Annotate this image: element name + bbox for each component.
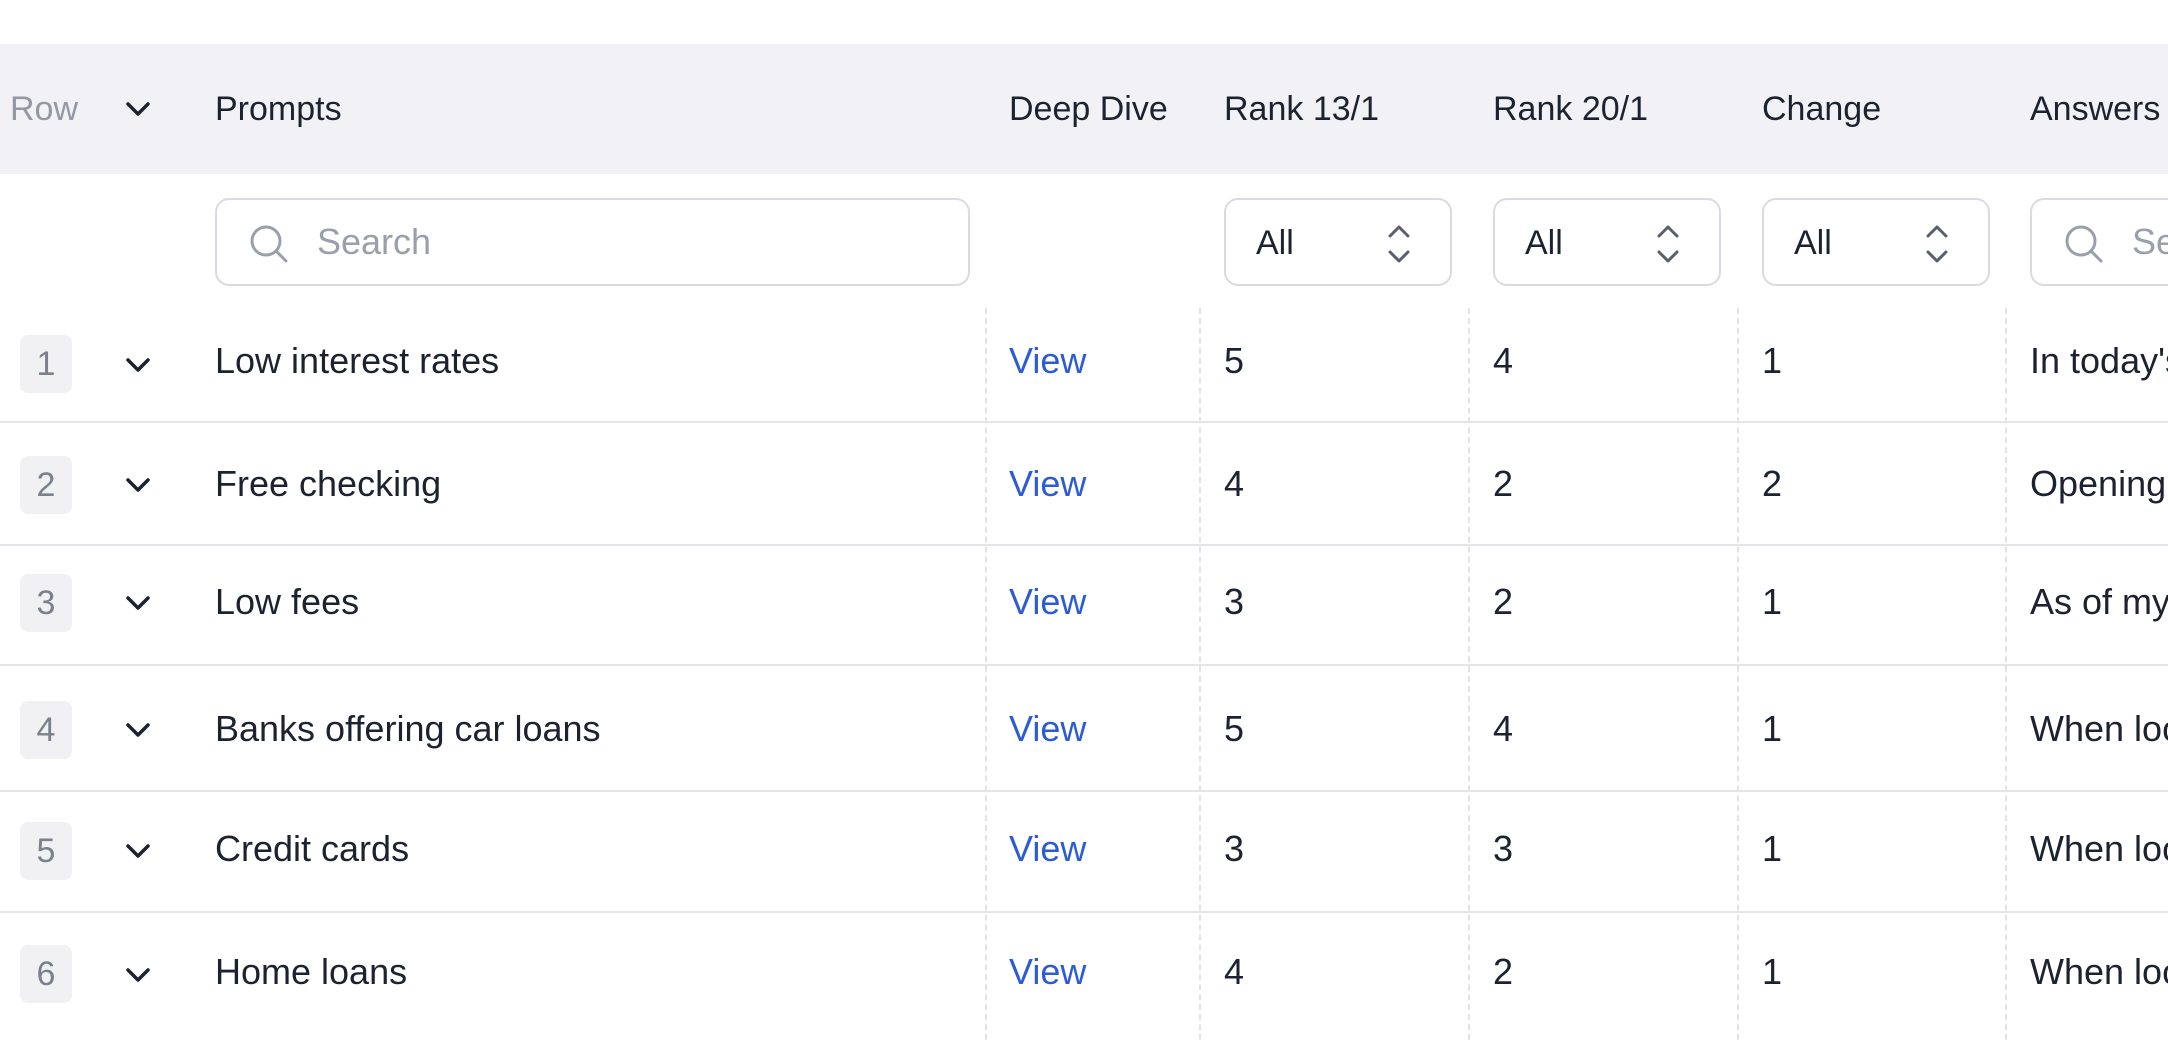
view-link[interactable]: View — [1009, 463, 1086, 505]
answer-text: When look — [2030, 828, 2168, 869]
change-value: 1 — [1762, 708, 1783, 749]
rank-20-1-value: 4 — [1493, 708, 1514, 749]
prompt-text: Banks offering car loans — [215, 708, 601, 749]
change-value: 1 — [1762, 340, 1783, 381]
chevron-down-icon[interactable] — [118, 345, 158, 385]
answer-text: In today's — [2030, 340, 2168, 381]
change-value: 1 — [1762, 581, 1783, 622]
filter-row: All All All — [0, 174, 2168, 308]
change-value: 1 — [1762, 828, 1783, 869]
answers-search-input[interactable] — [2132, 200, 2168, 284]
chevron-down-icon[interactable] — [118, 465, 158, 505]
answer-text: When look — [2030, 951, 2168, 992]
answer-text: When look — [2030, 708, 2168, 749]
chevron-down-icon[interactable] — [118, 831, 158, 871]
rank-13-1-value: 3 — [1224, 828, 1245, 869]
rank-20-1-value: 2 — [1493, 463, 1514, 504]
row-number: 6 — [20, 945, 72, 1003]
row-number: 5 — [20, 822, 72, 880]
prompts-search-field[interactable] — [215, 198, 970, 286]
rank-20-1-column-header[interactable]: Rank 20/1 — [1493, 44, 1648, 174]
deep-dive-column-header[interactable]: Deep Dive — [1009, 44, 1168, 174]
prompt-text: Low fees — [215, 581, 360, 622]
change-column-header[interactable]: Change — [1762, 44, 1881, 174]
change-filter-select[interactable]: All — [1762, 198, 1990, 286]
select-value: All — [1256, 224, 1294, 262]
row-number: 1 — [20, 335, 72, 393]
change-value: 2 — [1762, 463, 1783, 504]
rank-13-1-value: 3 — [1224, 581, 1245, 622]
table-header: Row Prompts Deep Dive Rank 13/1 Rank 20/… — [0, 44, 2168, 174]
up-down-arrows-icon — [1384, 222, 1414, 266]
search-icon — [247, 222, 291, 266]
rank-20-1-value: 2 — [1493, 951, 1514, 992]
rank-20-1-filter-select[interactable]: All — [1493, 198, 1721, 286]
select-value: All — [1794, 224, 1832, 262]
rank-13-1-column-header[interactable]: Rank 13/1 — [1224, 44, 1379, 174]
answer-text: Opening a — [2030, 463, 2168, 504]
view-link[interactable]: View — [1009, 340, 1086, 382]
chevron-down-icon[interactable] — [118, 955, 158, 995]
row-number: 3 — [20, 574, 72, 632]
change-value: 1 — [1762, 951, 1783, 992]
prompt-text: Free checking — [215, 463, 442, 504]
table-row[interactable]: 2 Free checking View 4 2 2 Opening a — [0, 423, 2168, 546]
table-row[interactable]: 5 Credit cards View 3 3 1 When look — [0, 792, 2168, 913]
table-row[interactable]: 1 Low interest rates View 5 4 1 In today… — [0, 308, 2168, 423]
chevron-down-icon[interactable] — [118, 583, 158, 623]
chevron-down-icon[interactable] — [118, 710, 158, 750]
answer-text: As of my — [2030, 581, 2168, 622]
view-link[interactable]: View — [1009, 951, 1086, 993]
row-number: 4 — [20, 701, 72, 759]
view-link[interactable]: View — [1009, 828, 1086, 870]
rank-13-1-value: 5 — [1224, 340, 1245, 381]
row-number: 2 — [20, 456, 72, 514]
rank-20-1-value: 4 — [1493, 340, 1514, 381]
rank-20-1-value: 3 — [1493, 828, 1514, 869]
search-icon — [2062, 222, 2106, 266]
chevron-down-icon[interactable] — [118, 89, 158, 129]
rank-13-1-value: 4 — [1224, 463, 1245, 504]
prompt-text: Low interest rates — [215, 340, 500, 381]
row-column-header: Row — [10, 90, 79, 128]
answers-column-header[interactable]: Answers — [2030, 44, 2160, 174]
prompt-text: Credit cards — [215, 828, 410, 869]
view-link[interactable]: View — [1009, 708, 1086, 750]
prompt-text: Home loans — [215, 951, 408, 992]
prompts-column-header[interactable]: Prompts — [215, 44, 342, 174]
rank-13-1-value: 4 — [1224, 951, 1245, 992]
table-row[interactable]: 4 Banks offering car loans View 5 4 1 Wh… — [0, 666, 2168, 792]
view-link[interactable]: View — [1009, 581, 1086, 623]
table-view: Row Prompts Deep Dive Rank 13/1 Rank 20/… — [0, 0, 2168, 1040]
select-value: All — [1525, 224, 1563, 262]
table-row[interactable]: 6 Home loans View 4 2 1 When look — [0, 913, 2168, 1040]
rank-13-1-value: 5 — [1224, 708, 1245, 749]
prompts-search-input[interactable] — [317, 200, 958, 284]
rank-20-1-value: 2 — [1493, 581, 1514, 622]
up-down-arrows-icon — [1922, 222, 1952, 266]
rank-13-1-filter-select[interactable]: All — [1224, 198, 1452, 286]
table-row[interactable]: 3 Low fees View 3 2 1 As of my — [0, 546, 2168, 666]
up-down-arrows-icon — [1653, 222, 1683, 266]
answers-search-field[interactable] — [2030, 198, 2168, 286]
